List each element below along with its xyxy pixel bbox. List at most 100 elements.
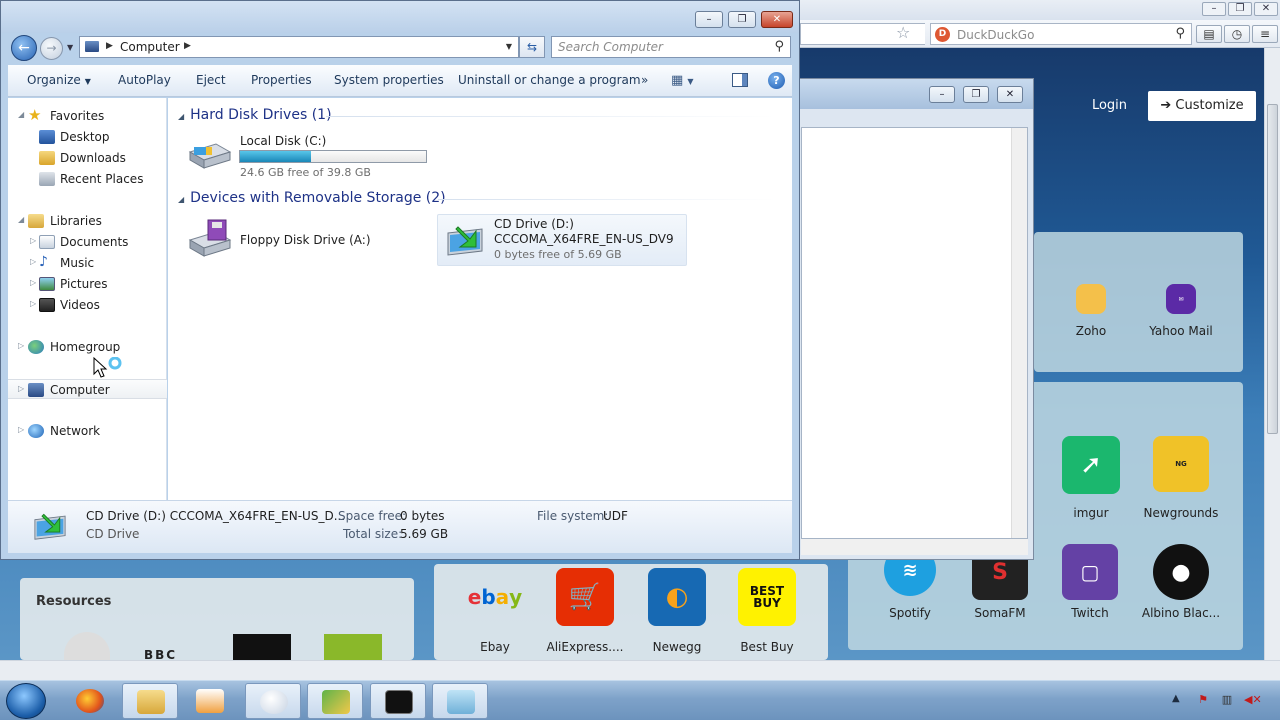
tile-yahoo-mail[interactable]: ✉ Yahoo Mail xyxy=(1136,284,1226,338)
nav-item-favorites[interactable]: ◢ ★ Favorites xyxy=(8,106,167,126)
resource-tile-dark-icon[interactable] xyxy=(233,634,291,660)
browser-horizontal-scrollbar[interactable] xyxy=(0,660,1280,680)
bg-close-button[interactable]: ✕ xyxy=(997,86,1023,103)
address-bar[interactable]: ▶ Computer ▶ ▼ xyxy=(79,36,519,58)
nav-item-homegroup[interactable]: ▷ Homegroup xyxy=(8,337,167,357)
browser-scroll-thumb[interactable] xyxy=(1267,104,1278,434)
expand-icon[interactable]: ▷ xyxy=(30,236,36,245)
history-icon[interactable]: ◷ xyxy=(1224,25,1250,43)
nav-item-music[interactable]: ▷ ♪ Music xyxy=(8,253,167,273)
explorer-window: – ❐ ✕ ← → ▼ ▶ Computer ▶ ▼ ⇆ ⚲ Organize▼… xyxy=(0,0,800,560)
lb-icon[interactable] xyxy=(324,634,382,660)
collapse-icon[interactable]: ◢ xyxy=(18,215,24,224)
breadcrumb-separator-icon[interactable]: ▶ xyxy=(106,41,113,51)
close-button[interactable]: ✕ xyxy=(761,11,793,28)
collapse-icon[interactable]: ◢ xyxy=(178,195,184,204)
nav-item-libraries[interactable]: ◢ Libraries xyxy=(8,211,167,231)
tile-twitch[interactable]: ▢ Twitch xyxy=(1045,544,1135,620)
magnifier-icon[interactable]: ⚲ xyxy=(1175,26,1185,41)
taskbar-command-prompt[interactable] xyxy=(370,683,426,719)
organize-button[interactable]: Organize ▼ xyxy=(27,73,91,87)
browser-vertical-scrollbar[interactable] xyxy=(1264,48,1280,660)
breadcrumb-computer[interactable]: Computer xyxy=(120,40,180,54)
expand-icon[interactable]: ▷ xyxy=(30,278,36,287)
tile-newegg[interactable]: ◐ Newegg xyxy=(632,568,722,654)
taskbar-app-sphere[interactable] xyxy=(245,683,301,719)
expand-icon[interactable]: ▷ xyxy=(18,384,24,393)
tile-newgrounds[interactable]: NG Newgrounds xyxy=(1136,436,1226,520)
back-button[interactable]: ← xyxy=(11,35,37,61)
taskbar-notepad[interactable] xyxy=(432,683,488,719)
nav-item-pictures[interactable]: ▷ Pictures xyxy=(8,274,167,294)
preview-pane-icon[interactable] xyxy=(732,73,748,87)
group-header-hard-disk[interactable]: ◢ Hard Disk Drives (1) xyxy=(178,107,332,123)
more-commands-button[interactable]: » xyxy=(641,73,648,87)
tile-aliexpress[interactable]: 🛒 AliExpress.... xyxy=(540,568,630,654)
search-icon[interactable]: ⚲ xyxy=(774,39,784,54)
bookmark-star-icon[interactable]: ☆ xyxy=(896,23,910,42)
browser-search-field[interactable]: D DuckDuckGo ⚲ xyxy=(930,23,1192,45)
nav-item-documents[interactable]: ▷ Documents xyxy=(8,232,167,252)
taskbar-explorer[interactable] xyxy=(122,683,178,719)
browser-close-button[interactable]: ✕ xyxy=(1254,2,1278,16)
collapse-icon[interactable]: ◢ xyxy=(178,112,184,121)
documents-icon xyxy=(39,235,55,249)
tile-best-buy[interactable]: BEST BUY Best Buy xyxy=(722,568,812,654)
volume-icon[interactable]: ◀✕ xyxy=(1244,693,1262,707)
browser-minimize-button[interactable]: – xyxy=(1202,2,1226,16)
taskbar-firefox[interactable] xyxy=(62,683,118,719)
taskbar-media-player[interactable] xyxy=(182,683,238,719)
tile-zoho[interactable]: Zoho xyxy=(1046,284,1136,338)
expand-icon[interactable]: ▷ xyxy=(18,425,24,434)
uninstall-program-button[interactable]: Uninstall or change a program xyxy=(458,73,641,87)
nav-item-recent-places[interactable]: Recent Places xyxy=(8,169,167,189)
nav-item-network[interactable]: ▷ Network xyxy=(8,421,167,441)
properties-button[interactable]: Properties xyxy=(251,73,312,87)
search-box[interactable]: ⚲ xyxy=(551,36,791,58)
address-dropdown-icon[interactable]: ▼ xyxy=(506,42,512,51)
tile-imgur[interactable]: ➚ imgur xyxy=(1046,436,1136,520)
change-view-icon[interactable]: ▦ ▼ xyxy=(671,73,694,88)
help-icon[interactable]: ? xyxy=(768,72,785,89)
maximize-button[interactable]: ❐ xyxy=(728,11,756,28)
expand-icon[interactable]: ▷ xyxy=(18,341,24,350)
network-tray-icon[interactable]: ▥ xyxy=(1220,693,1234,707)
bg-horizontal-scrollbar[interactable] xyxy=(801,539,1028,555)
bg-minimize-button[interactable]: – xyxy=(929,86,955,103)
taskbar-network-app[interactable] xyxy=(307,683,363,719)
system-properties-button[interactable]: System properties xyxy=(334,73,444,87)
drive-cd-d[interactable]: CD Drive (D:) CCCOMA_X64FRE_EN-US_DV9 0 … xyxy=(437,214,687,266)
drive-floppy-a[interactable]: Floppy Disk Drive (A:) xyxy=(186,218,426,264)
nav-item-desktop[interactable]: Desktop xyxy=(8,127,167,147)
refresh-button[interactable]: ⇆ xyxy=(519,36,545,58)
expand-icon[interactable]: ▷ xyxy=(30,257,36,266)
autoplay-button[interactable]: AutoPlay xyxy=(118,73,171,87)
forward-button[interactable]: → xyxy=(40,37,63,60)
show-hidden-icons-icon[interactable]: ▲ xyxy=(1172,693,1180,704)
browser-restore-button[interactable]: ❐ xyxy=(1228,2,1252,16)
nav-item-videos[interactable]: ▷ Videos xyxy=(8,295,167,315)
group-header-removable[interactable]: ◢ Devices with Removable Storage (2) xyxy=(178,190,446,206)
login-button[interactable]: Login xyxy=(1078,91,1141,121)
drive-free-space: 24.6 GB free of 39.8 GB xyxy=(240,166,371,179)
recent-pages-dropdown-icon[interactable]: ▼ xyxy=(67,43,73,52)
tile-ebay[interactable]: ebay Ebay xyxy=(450,568,540,654)
minimize-button[interactable]: – xyxy=(695,11,723,28)
breadcrumb-separator-icon[interactable]: ▶ xyxy=(184,41,191,51)
bookmarks-menu-icon[interactable]: ▤ xyxy=(1196,25,1222,43)
wikipedia-icon[interactable] xyxy=(64,632,110,660)
bg-vertical-scrollbar[interactable] xyxy=(1011,128,1027,538)
collapse-icon[interactable]: ◢ xyxy=(18,110,24,119)
action-center-icon[interactable]: ⚑ xyxy=(1196,693,1210,707)
pictures-icon xyxy=(39,277,55,291)
nav-item-computer[interactable]: ▷ Computer xyxy=(8,379,167,399)
search-input[interactable] xyxy=(558,40,758,54)
tile-albino-blacksheep[interactable]: ● Albino Blac... xyxy=(1136,544,1226,620)
nav-item-downloads[interactable]: Downloads xyxy=(8,148,167,168)
customize-button[interactable]: ➔ Customize xyxy=(1148,91,1256,121)
start-button[interactable] xyxy=(6,683,46,719)
eject-button[interactable]: Eject xyxy=(196,73,226,87)
bg-maximize-button[interactable]: ❐ xyxy=(963,86,989,103)
expand-icon[interactable]: ▷ xyxy=(30,299,36,308)
menu-icon[interactable]: ≡ xyxy=(1252,25,1278,43)
